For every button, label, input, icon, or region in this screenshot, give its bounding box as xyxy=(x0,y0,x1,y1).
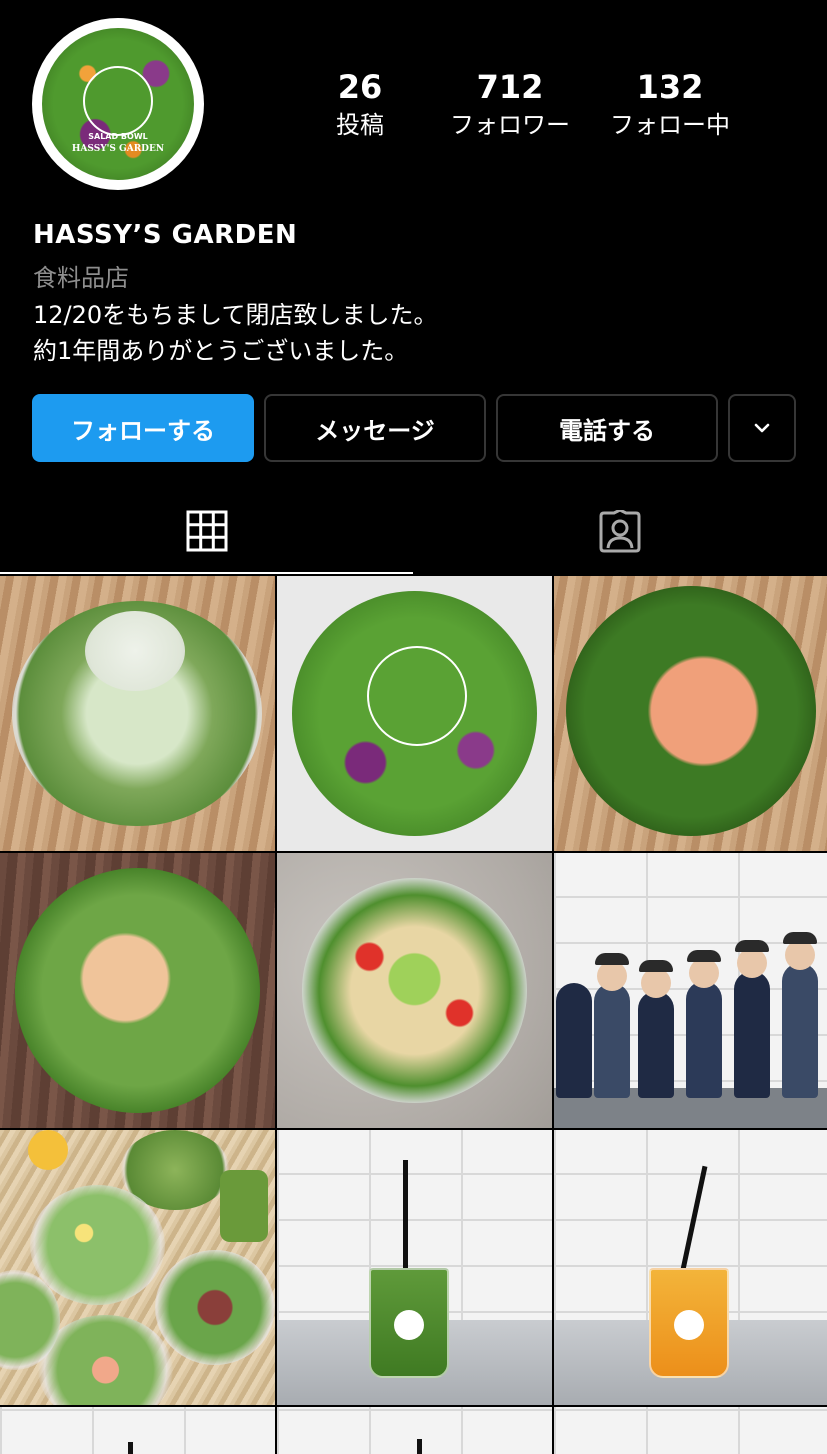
tagged-person-icon xyxy=(599,510,641,553)
stat-followers[interactable]: 712 フォロワー xyxy=(430,66,590,142)
post-thumbnail[interactable] xyxy=(554,1407,827,1454)
tab-posts-grid[interactable] xyxy=(0,490,413,574)
bio-line-2: 約1年間ありがとうございました。 xyxy=(33,337,409,365)
call-button[interactable]: 電話する xyxy=(496,394,718,462)
profile-category: 食料品店 xyxy=(33,264,129,292)
stat-following[interactable]: 132 フォロー中 xyxy=(590,66,750,142)
stat-followers-value: 712 xyxy=(476,68,544,106)
avatar-image: SALAD BOWL HASSY'S GARDEN xyxy=(42,28,194,180)
post-thumbnail[interactable] xyxy=(0,1130,275,1405)
post-thumbnail[interactable] xyxy=(554,576,827,851)
post-thumbnail[interactable] xyxy=(0,1407,275,1454)
post-thumbnail[interactable] xyxy=(554,853,827,1128)
chevron-down-icon xyxy=(754,423,770,433)
avatar-logo-subtitle: SALAD BOWL xyxy=(88,132,148,141)
profile-stats: 26 投稿 712 フォロワー 132 フォロー中 xyxy=(290,66,780,142)
stat-posts-label: 投稿 xyxy=(336,111,384,139)
follow-button[interactable]: フォローする xyxy=(32,394,254,462)
post-thumbnail[interactable] xyxy=(0,853,275,1128)
stat-following-label: フォロー中 xyxy=(610,111,730,139)
post-thumbnail[interactable] xyxy=(277,1407,552,1454)
stat-followers-label: フォロワー xyxy=(450,111,570,139)
stat-following-value: 132 xyxy=(636,68,704,106)
profile-avatar[interactable]: SALAD BOWL HASSY'S GARDEN xyxy=(32,18,204,190)
post-thumbnail[interactable] xyxy=(277,576,552,851)
post-thumbnail[interactable] xyxy=(0,576,275,851)
post-thumbnail[interactable] xyxy=(277,1130,552,1405)
profile-name: HASSY’S GARDEN xyxy=(33,220,298,250)
post-thumbnail[interactable] xyxy=(277,853,552,1128)
suggested-dropdown-button[interactable] xyxy=(728,394,796,462)
grid-icon xyxy=(186,510,227,552)
message-button[interactable]: メッセージ xyxy=(264,394,486,462)
stat-posts[interactable]: 26 投稿 xyxy=(290,66,430,142)
avatar-logo-name: HASSY'S GARDEN xyxy=(71,144,165,154)
stat-posts-value: 26 xyxy=(337,68,383,106)
bio-line-1: 12/20をもちまして閉店致しました。 xyxy=(33,301,438,329)
tab-tagged[interactable] xyxy=(413,490,827,574)
post-thumbnail[interactable] xyxy=(554,1130,827,1405)
logo-ring xyxy=(83,66,153,136)
